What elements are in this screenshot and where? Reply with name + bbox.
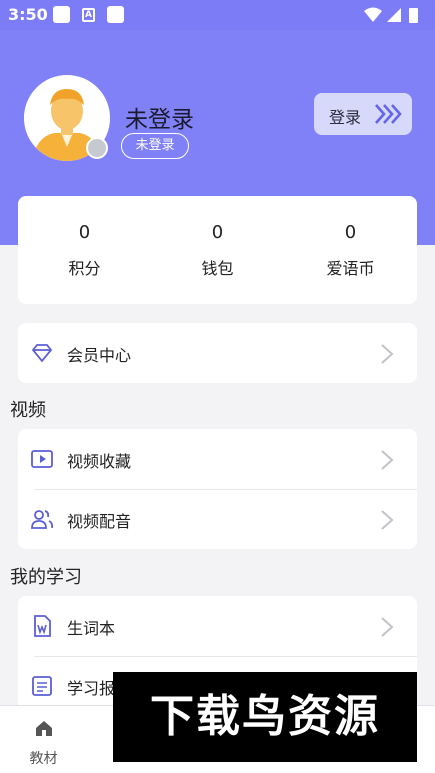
- vocabulary-book-label: 生词本: [67, 619, 116, 638]
- chevron-right-icon: [381, 510, 394, 530]
- username: 未登录: [125, 107, 194, 133]
- play-video-icon: [31, 450, 53, 468]
- login-button[interactable]: 登录: [314, 93, 412, 135]
- login-label: 登录: [329, 108, 362, 127]
- status-icons: [364, 7, 418, 23]
- stat-value: 0: [211, 222, 224, 243]
- video-favorites-label: 视频收藏: [67, 452, 132, 471]
- home-icon: [36, 721, 52, 736]
- stats-card: 0 积分 0 钱包 0 爱语币: [18, 196, 417, 304]
- app-square-icon: [107, 6, 124, 23]
- status-time: 3:50: [8, 5, 48, 24]
- video-dubbing-item[interactable]: 视频配音: [18, 489, 417, 549]
- diamond-icon: [31, 344, 53, 363]
- study-report-label: 学习报: [67, 679, 116, 698]
- stat-label: 钱包: [201, 259, 234, 278]
- app-square-icon: [53, 6, 70, 23]
- stat-label: 积分: [68, 259, 101, 278]
- video-section-title: 视频: [10, 400, 46, 421]
- a-notification-icon: A: [82, 8, 95, 22]
- vocabulary-book-item[interactable]: 生词本: [18, 596, 417, 656]
- stat-wallet[interactable]: 0 钱包: [151, 196, 284, 304]
- status-bar: 3:50 A: [0, 0, 435, 30]
- medal-badge-icon: [86, 137, 108, 159]
- study-section-title: 我的学习: [10, 567, 82, 588]
- signal-icon: [387, 8, 401, 22]
- tab-label: 教材: [29, 751, 58, 767]
- watermark-logo: 下载鸟资源: [113, 672, 417, 762]
- stat-value: 0: [344, 222, 357, 243]
- user-status-tag: 未登录: [121, 133, 189, 159]
- users-icon: [31, 510, 54, 529]
- membership-center-item[interactable]: 会员中心: [18, 323, 417, 383]
- chevron-right-icon: [381, 344, 394, 364]
- membership-label: 会员中心: [67, 346, 132, 365]
- chevron-right-icon: [381, 617, 394, 637]
- video-favorites-item[interactable]: 视频收藏: [18, 429, 417, 489]
- stat-label: 爱语币: [326, 259, 375, 278]
- stat-coins[interactable]: 0 爱语币: [284, 196, 417, 304]
- tab-textbook[interactable]: 教材: [0, 706, 87, 773]
- double-chevron-right-icon: [375, 104, 402, 124]
- video-dubbing-label: 视频配音: [67, 512, 132, 531]
- stat-value: 0: [78, 222, 91, 243]
- membership-card: 会员中心: [18, 323, 417, 383]
- wifi-icon: [364, 7, 382, 22]
- video-card: 视频收藏 视频配音: [18, 429, 417, 549]
- stat-points[interactable]: 0 积分: [18, 196, 151, 304]
- battery-icon: [409, 8, 418, 23]
- word-document-icon: [34, 615, 51, 637]
- chevron-right-icon: [381, 450, 394, 470]
- report-icon: [32, 676, 52, 696]
